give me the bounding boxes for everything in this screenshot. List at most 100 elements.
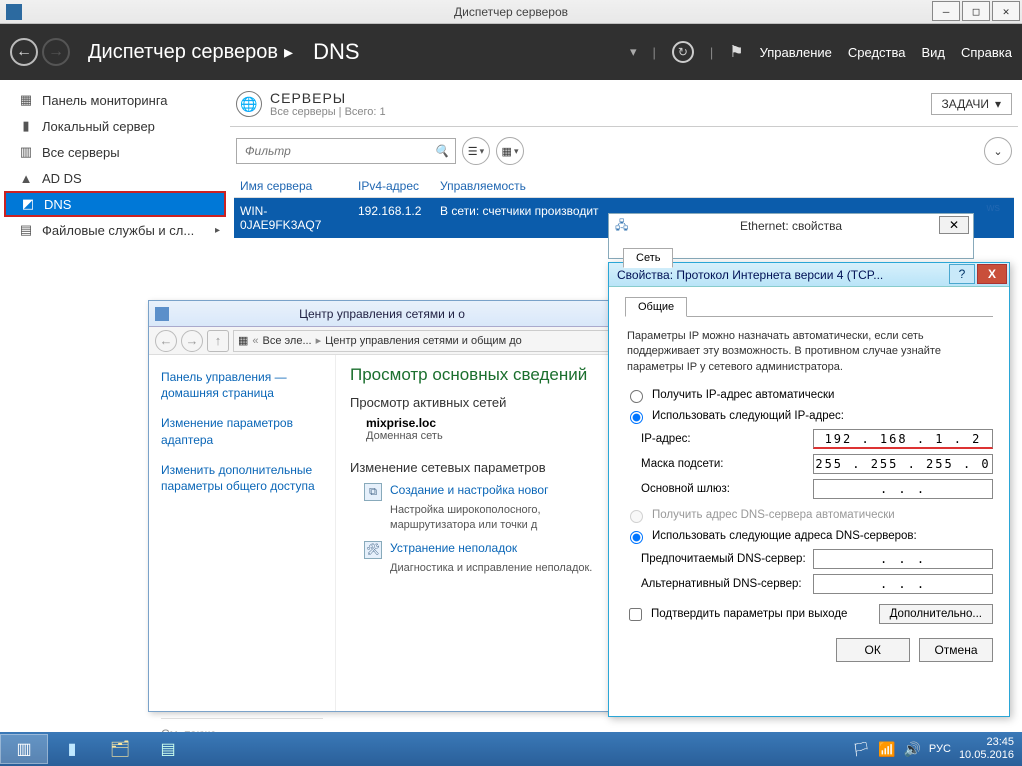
help-button[interactable]: ? bbox=[949, 264, 975, 284]
addr-all: Все эле... bbox=[263, 335, 312, 347]
menu-tools[interactable]: Средства bbox=[848, 45, 906, 60]
sidebar-item-label: Локальный сервер bbox=[42, 119, 155, 134]
radio-static-ip-row[interactable]: Использовать следующий IP-адрес: bbox=[625, 408, 993, 424]
input-subnet-mask[interactable]: 255 . 255 . 255 . 0 bbox=[813, 454, 993, 474]
ok-button[interactable]: ОК bbox=[836, 638, 910, 662]
col-ipv4[interactable]: IPv4-адрес bbox=[352, 175, 434, 197]
sidebar-item-label: Панель мониторинга bbox=[42, 93, 168, 108]
filter-box[interactable]: 🔍 bbox=[236, 138, 456, 164]
tray-language[interactable]: РУС bbox=[929, 743, 951, 755]
sidebar-item-dns[interactable]: ◩ DNS bbox=[4, 191, 226, 217]
menu-view[interactable]: Вид bbox=[921, 45, 945, 60]
radio-auto-ip-row[interactable]: Получить IP-адрес автоматически bbox=[625, 387, 993, 403]
tray-clock[interactable]: 23:45 10.05.2016 bbox=[959, 736, 1014, 761]
expand-button[interactable]: ⌄ bbox=[984, 137, 1012, 165]
menu-manage[interactable]: Управление bbox=[760, 45, 832, 60]
radio-auto-dns bbox=[630, 510, 643, 523]
search-icon[interactable]: 🔍 bbox=[434, 144, 449, 158]
radio-static-dns[interactable] bbox=[630, 531, 643, 544]
caret-down-icon: ▾ bbox=[995, 97, 1001, 111]
nav-forward-button: → bbox=[42, 38, 70, 66]
maximize-button[interactable]: □ bbox=[962, 1, 990, 21]
sidebar-item-all-servers[interactable]: ▥Все серверы bbox=[4, 139, 226, 165]
radio-auto-ip[interactable] bbox=[630, 390, 643, 403]
flag-icon[interactable]: ⚑ bbox=[729, 42, 743, 62]
tray-network-icon[interactable]: 📶 bbox=[878, 741, 895, 758]
troubleshoot-icon: 🛠 bbox=[364, 541, 382, 559]
change-settings-heading: Изменение сетевых параметров bbox=[350, 460, 601, 475]
filter-input[interactable] bbox=[243, 143, 403, 159]
taskbar[interactable]: ▥ ▮ 🗂 ▤ 🏳 📶 🔊 РУС 23:45 10.05.2016 bbox=[0, 732, 1022, 766]
breadcrumb-app[interactable]: Диспетчер серверов bbox=[88, 41, 278, 64]
col-manageability[interactable]: Управляемость bbox=[434, 175, 1014, 197]
col-server-name[interactable]: Имя сервера bbox=[234, 175, 352, 197]
network-name: mixprise.loc bbox=[366, 416, 601, 430]
servers-subtitle: Все серверы | Всего: 1 bbox=[270, 106, 386, 118]
addr-back-button[interactable]: ← bbox=[155, 330, 177, 352]
sidebar: ▦Панель мониторинга ▮Локальный сервер ▥В… bbox=[4, 87, 226, 243]
addr-up-button[interactable]: ↑ bbox=[207, 330, 229, 352]
sidebar-item-dashboard[interactable]: ▦Панель мониторинга bbox=[4, 87, 226, 113]
ws-badge: ws bbox=[987, 202, 1000, 214]
sidebar-item-label: Все серверы bbox=[42, 145, 120, 160]
input-ip-address[interactable]: 192 . 168 . 1 . 2 bbox=[813, 429, 993, 449]
input-default-gateway[interactable]: . . . bbox=[813, 479, 993, 499]
files-icon: ▤ bbox=[18, 222, 34, 238]
link-control-panel-home[interactable]: Панель управления — домашняя страница bbox=[161, 369, 323, 401]
input-alternate-dns[interactable]: . . . bbox=[813, 574, 993, 594]
minimize-button[interactable]: — bbox=[932, 1, 960, 21]
taskbar-powershell[interactable]: ▮ bbox=[48, 734, 96, 764]
radio-static-dns-row[interactable]: Использовать следующие адреса DNS-сервер… bbox=[625, 528, 993, 544]
address-bar-row: ← → ↑ ▦ « Все эле... ▸ Центр управления … bbox=[149, 327, 615, 355]
setup-connection-icon: ⧉ bbox=[364, 483, 382, 501]
caret-icon[interactable]: ▾ bbox=[630, 44, 637, 60]
lbl-alternate-dns: Альтернативный DNS-сервер: bbox=[641, 578, 807, 590]
active-networks-heading: Просмотр активных сетей bbox=[350, 395, 601, 410]
addr-forward-button[interactable]: → bbox=[181, 330, 203, 352]
sidebar-item-file-services[interactable]: ▤Файловые службы и сл...▸ bbox=[4, 217, 226, 243]
taskbar-explorer[interactable]: 🗂 bbox=[96, 734, 144, 764]
sidebar-item-label: AD DS bbox=[42, 171, 82, 186]
ipv4-properties-dialog[interactable]: Свойства: Протокол Интернета версии 4 (T… bbox=[608, 262, 1010, 717]
sidebar-item-label: DNS bbox=[44, 197, 71, 212]
link-advanced-sharing[interactable]: Изменить дополнительные параметры общего… bbox=[161, 462, 323, 494]
breadcrumb-page[interactable]: DNS bbox=[313, 39, 359, 65]
menu-help[interactable]: Справка bbox=[961, 45, 1012, 60]
taskbar-server-manager[interactable]: ▥ bbox=[0, 734, 48, 764]
sidebar-item-adds[interactable]: ▲AD DS bbox=[4, 165, 226, 191]
close-icon[interactable]: ✕ bbox=[939, 216, 969, 234]
lbl-ip: IP-адрес: bbox=[641, 433, 807, 445]
group-button[interactable]: ▦▾ bbox=[496, 137, 524, 165]
cell-server-name: WIN-0JAE9FK3AQ7 bbox=[234, 198, 352, 238]
input-preferred-dns[interactable]: . . . bbox=[813, 549, 993, 569]
taskbar-app[interactable]: ▤ bbox=[144, 734, 192, 764]
link-adapter-settings[interactable]: Изменение параметров адаптера bbox=[161, 415, 323, 447]
network-center-window[interactable]: Центр управления сетями и о ← → ↑ ▦ « Вс… bbox=[148, 300, 616, 712]
nav-back-button[interactable]: ← bbox=[10, 38, 38, 66]
address-bar[interactable]: ▦ « Все эле... ▸ Центр управления сетями… bbox=[233, 330, 609, 352]
netcenter-sidebar: Панель управления — домашняя страница Из… bbox=[149, 355, 335, 711]
link-troubleshoot[interactable]: Устранение неполадок bbox=[390, 541, 517, 555]
ipv4-description: Параметры IP можно назначать автоматичес… bbox=[627, 329, 991, 375]
tray-flag-icon[interactable]: 🏳 bbox=[852, 741, 870, 758]
link-setup-connection[interactable]: Создание и настройка новог bbox=[390, 483, 548, 497]
sidebar-item-local-server[interactable]: ▮Локальный сервер bbox=[4, 113, 226, 139]
tasks-dropdown[interactable]: ЗАДАЧИ▾ bbox=[931, 93, 1013, 115]
refresh-icon[interactable]: ↻ bbox=[672, 41, 694, 63]
netcenter-icon bbox=[155, 307, 169, 321]
radio-static-ip[interactable] bbox=[630, 411, 643, 424]
tab-general[interactable]: Общие bbox=[625, 297, 687, 317]
close-button[interactable]: ✕ bbox=[992, 1, 1020, 21]
close-button[interactable]: X bbox=[977, 264, 1007, 284]
checkbox-validate-on-exit[interactable] bbox=[629, 608, 642, 621]
advanced-button[interactable]: Дополнительно... bbox=[879, 604, 993, 624]
tray-date: 10.05.2016 bbox=[959, 749, 1014, 762]
dns-icon: ◩ bbox=[20, 196, 36, 212]
filter-options-button[interactable]: ☰▾ bbox=[462, 137, 490, 165]
ethernet-properties-window[interactable]: 🖧 Ethernet: свойства ✕ Сеть bbox=[608, 213, 974, 259]
cancel-button[interactable]: Отмена bbox=[919, 638, 993, 662]
globe-icon: 🌐 bbox=[236, 91, 262, 117]
tab-network[interactable]: Сеть bbox=[623, 248, 673, 268]
tray-volume-icon[interactable]: 🔊 bbox=[903, 741, 920, 758]
servers-title: СЕРВЕРЫ bbox=[270, 90, 386, 106]
